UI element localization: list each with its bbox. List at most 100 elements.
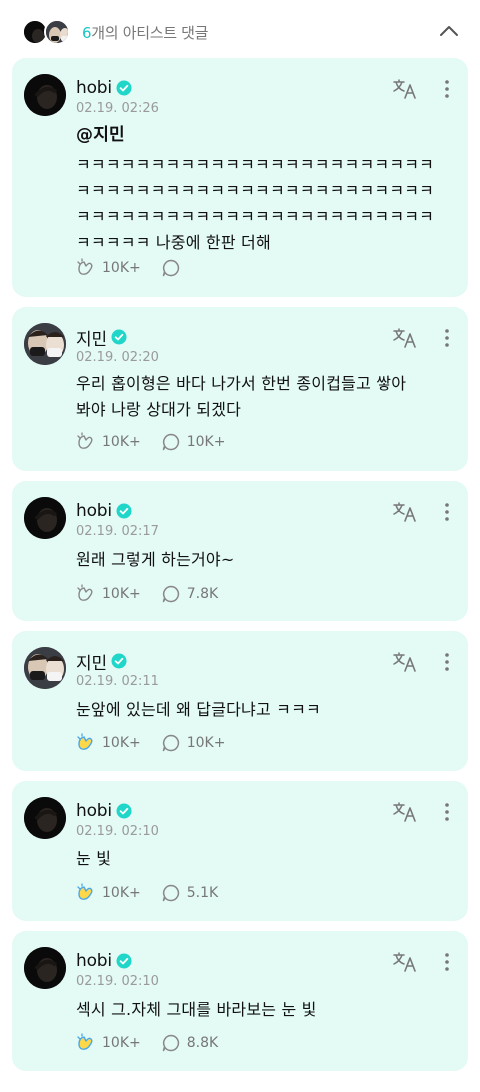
comment-card: hobi 02.19. 02:17 원래 그렇게 하는거야~ 10K+ 7.8K	[12, 481, 468, 621]
more-vertical-icon[interactable]	[438, 78, 456, 100]
translate-icon[interactable]	[392, 801, 418, 823]
artist-comments-header[interactable]: 6개의 아티스트 댓글	[0, 0, 480, 60]
comment-text: 눈앞에 있는데 왜 답글다냐고 ㅋㅋㅋ	[76, 700, 321, 719]
comment-card: 지민 02.19. 02:11 눈앞에 있는데 왜 답글다냐고 ㅋㅋㅋ 10K+…	[12, 631, 468, 771]
mention[interactable]: @지민	[76, 122, 448, 148]
author-row: 지민	[76, 649, 127, 674]
cheer-icon	[77, 733, 93, 750]
header-label: 개의 아티스트 댓글	[91, 24, 209, 42]
comment-actions: 10K+ 7.8K	[76, 583, 238, 605]
more-vertical-icon[interactable]	[438, 651, 456, 673]
comment-count: 6	[82, 24, 92, 42]
reply-bubble-icon	[162, 433, 179, 451]
author-name[interactable]: hobi	[76, 78, 112, 98]
translate-icon[interactable]	[392, 951, 418, 973]
like-button[interactable]: 10K+	[76, 1033, 141, 1053]
author-row: hobi	[76, 801, 132, 821]
reply-count: 8.8K	[186, 1035, 219, 1051]
avatar-hobi[interactable]	[24, 947, 66, 989]
like-button[interactable]: 10K+	[76, 883, 141, 903]
cheer-icon	[77, 432, 93, 449]
comment-card: hobi 02.19. 02:10 섹시 그.자체 그대를 바라보는 눈 빛 1…	[12, 931, 468, 1071]
reply-bubble-icon	[162, 585, 179, 603]
author-row: 지민	[76, 325, 127, 350]
reply-button[interactable]: 10K+	[161, 733, 226, 753]
timestamp: 02.19. 02:10	[76, 824, 159, 839]
reply-count: 5.1K	[186, 885, 219, 901]
reply-button[interactable]: 7.8K	[161, 584, 218, 604]
author-name[interactable]: hobi	[76, 501, 112, 521]
reply-count: 10K+	[186, 434, 226, 450]
reply-button[interactable]: 5.1K	[161, 883, 218, 903]
verified-badge-icon	[111, 653, 127, 669]
comment-text: 섹시 그.자체 그대를 바라보는 눈 빛	[76, 1000, 317, 1019]
comment-text: 눈 빛	[76, 849, 112, 868]
like-count: 10K+	[102, 1035, 141, 1051]
translate-icon[interactable]	[392, 501, 418, 523]
chevron-up-icon[interactable]	[436, 18, 462, 44]
like-button[interactable]: 10K+	[76, 258, 141, 278]
like-button[interactable]: 10K+	[76, 584, 141, 604]
like-count: 10K+	[102, 735, 141, 751]
avatar-jimin[interactable]	[24, 323, 66, 365]
reply-bubble-icon	[162, 884, 179, 902]
comment-count-label: 6개의 아티스트 댓글	[82, 22, 208, 43]
cheer-icon	[77, 258, 93, 275]
timestamp: 02.19. 02:17	[76, 524, 159, 539]
comment-text: ㅋㅋㅋㅋㅋㅋㅋㅋㅋㅋㅋㅋㅋㅋㅋㅋㅋㅋㅋㅋㅋㅋㅋㅋㅋㅋㅋㅋㅋㅋㅋㅋㅋㅋㅋㅋㅋㅋㅋㅋ…	[76, 155, 435, 252]
avatar	[44, 19, 70, 45]
more-vertical-icon[interactable]	[438, 801, 456, 823]
author-name[interactable]: hobi	[76, 951, 112, 971]
like-count: 10K+	[102, 885, 141, 901]
more-vertical-icon[interactable]	[438, 951, 456, 973]
like-button[interactable]: 10K+	[76, 432, 141, 452]
comment-body: @지민 ㅋㅋㅋㅋㅋㅋㅋㅋㅋㅋㅋㅋㅋㅋㅋㅋㅋㅋㅋㅋㅋㅋㅋㅋㅋㅋㅋㅋㅋㅋㅋㅋㅋㅋㅋㅋ…	[76, 122, 448, 256]
translate-icon[interactable]	[392, 327, 418, 349]
comment-text: 원래 그렇게 하는거야~	[76, 550, 235, 569]
reply-button[interactable]: 10K+	[161, 432, 226, 452]
comment-actions: 10K+	[76, 257, 207, 279]
comment-actions: 10K+ 8.8K	[76, 1032, 238, 1054]
verified-badge-icon	[116, 80, 132, 96]
more-vertical-icon[interactable]	[438, 327, 456, 349]
avatar-hobi[interactable]	[24, 74, 66, 116]
reply-button[interactable]: 8.8K	[161, 1033, 218, 1053]
reply-bubble-icon	[162, 734, 179, 752]
like-button[interactable]: 10K+	[76, 733, 141, 753]
more-vertical-icon[interactable]	[438, 501, 456, 523]
verified-badge-icon	[116, 803, 132, 819]
author-name[interactable]: 지민	[76, 325, 107, 350]
author-row: hobi	[76, 501, 132, 521]
like-count: 10K+	[102, 586, 141, 602]
author-name[interactable]: 지민	[76, 649, 107, 674]
translate-icon[interactable]	[392, 651, 418, 673]
reply-bubble-icon	[162, 1034, 179, 1052]
comment-card: hobi 02.19. 02:10 눈 빛 10K+ 5.1K	[12, 781, 468, 921]
comment-actions: 10K+ 10K+	[76, 732, 245, 754]
avatar-jimin[interactable]	[24, 647, 66, 689]
author-row: hobi	[76, 78, 132, 98]
reply-bubble-icon	[162, 259, 179, 277]
timestamp: 02.19. 02:20	[76, 350, 159, 365]
comment-actions: 10K+ 10K+	[76, 431, 245, 453]
cheer-icon	[77, 584, 93, 601]
author-name[interactable]: hobi	[76, 801, 112, 821]
comment-card: hobi 02.19. 02:26 @지민 ㅋㅋㅋㅋㅋㅋㅋㅋㅋㅋㅋㅋㅋㅋㅋㅋㅋㅋ…	[12, 58, 468, 297]
comment-text: 우리 홉이형은 바다 나가서 한번 종이컵들고 쌓아봐야 나랑 상대가 되겠다	[76, 374, 407, 419]
reply-count: 10K+	[186, 735, 226, 751]
comment-actions: 10K+ 5.1K	[76, 882, 238, 904]
translate-icon[interactable]	[392, 78, 418, 100]
avatar-hobi[interactable]	[24, 797, 66, 839]
timestamp: 02.19. 02:26	[76, 101, 159, 116]
verified-badge-icon	[116, 503, 132, 519]
timestamp: 02.19. 02:11	[76, 674, 159, 689]
header-avatars	[22, 19, 74, 45]
reply-count: 7.8K	[186, 586, 219, 602]
like-count: 10K+	[102, 260, 141, 276]
verified-badge-icon	[116, 953, 132, 969]
timestamp: 02.19. 02:10	[76, 974, 159, 989]
comment-card: 지민 02.19. 02:20 우리 홉이형은 바다 나가서 한번 종이컵들고 …	[12, 307, 468, 471]
reply-button[interactable]	[161, 258, 187, 278]
cheer-icon	[77, 1033, 93, 1050]
avatar-hobi[interactable]	[24, 497, 66, 539]
